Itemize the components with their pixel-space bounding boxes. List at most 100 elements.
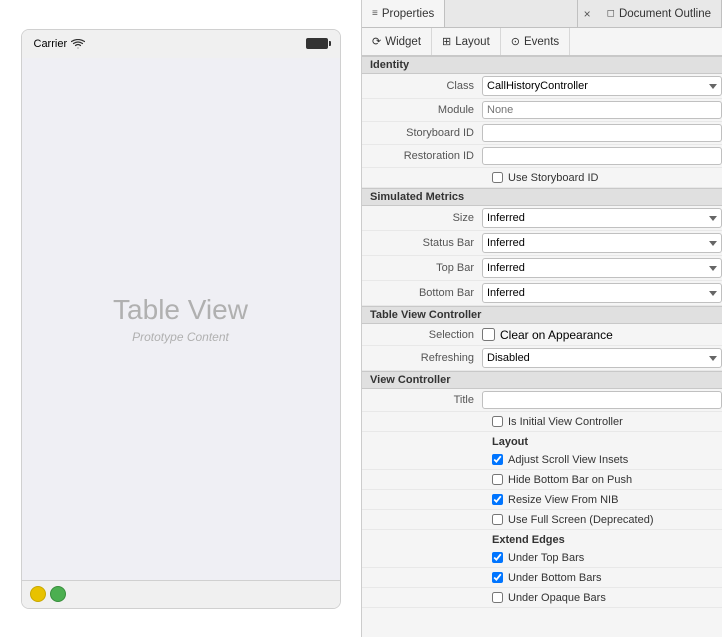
checkbox-under-bottom-bars[interactable] bbox=[492, 572, 503, 583]
row-status-bar: Status Bar Inferred bbox=[362, 231, 722, 256]
label-under-bottom-bars: Under Bottom Bars bbox=[508, 572, 602, 584]
row-restoration-id: Restoration ID bbox=[362, 145, 722, 168]
row-top-bar: Top Bar Inferred bbox=[362, 256, 722, 281]
checkbox-under-top-bars[interactable] bbox=[492, 552, 503, 563]
label-restoration-id: Restoration ID bbox=[362, 150, 482, 162]
tab-document-outline[interactable]: ◻ Document Outline bbox=[597, 0, 722, 27]
checkbox-hide-bottom-bar-on-push[interactable] bbox=[492, 474, 503, 485]
label-use-full-screen: Use Full Screen (Deprecated) bbox=[508, 514, 654, 526]
table-view-label: Table View bbox=[113, 294, 248, 326]
checkbox-use-full-screen[interactable] bbox=[492, 514, 503, 525]
select-refreshing[interactable]: Disabled bbox=[482, 348, 722, 368]
wifi-icon bbox=[71, 39, 85, 49]
select-top-bar[interactable]: Inferred bbox=[482, 258, 722, 278]
row-adjust-scroll-view-insets: Adjust Scroll View Insets bbox=[362, 450, 722, 470]
checkbox-resize-view-from-nib[interactable] bbox=[492, 494, 503, 505]
label-module: Module bbox=[362, 104, 482, 116]
label-storyboard-id: Storyboard ID bbox=[362, 127, 482, 139]
label-clear-on-appearance: Clear on Appearance bbox=[500, 328, 613, 342]
select-bottom-bar[interactable]: Inferred bbox=[482, 283, 722, 303]
section-identity-header: Identity bbox=[362, 56, 722, 74]
label-top-bar: Top Bar bbox=[362, 262, 482, 274]
widget-icon: ⟳ bbox=[372, 35, 381, 48]
bottom-icons bbox=[30, 586, 66, 602]
input-title[interactable] bbox=[482, 391, 722, 409]
close-panel-button[interactable]: × bbox=[577, 0, 597, 27]
value-class: CallHistoryController bbox=[482, 76, 722, 96]
select-class[interactable]: CallHistoryController bbox=[482, 76, 722, 96]
row-size: Size Inferred bbox=[362, 206, 722, 231]
properties-content: Identity Class CallHistoryController Mod… bbox=[362, 56, 722, 637]
checkbox-adjust-scroll-view-insets[interactable] bbox=[492, 454, 503, 465]
carrier-label: Carrier bbox=[34, 38, 68, 50]
row-resize-view-from-nib: Resize View From NIB bbox=[362, 490, 722, 510]
select-size[interactable]: Inferred bbox=[482, 208, 722, 228]
section-simulated-metrics-header: Simulated Metrics bbox=[362, 188, 722, 206]
simulator-panel: Carrier Table View Prototype Content bbox=[0, 0, 362, 637]
label-status-bar: Status Bar bbox=[362, 237, 482, 249]
layout-icon: ⊞ bbox=[442, 35, 451, 48]
row-hide-bottom-bar-on-push: Hide Bottom Bar on Push bbox=[362, 470, 722, 490]
label-hide-bottom-bar-on-push: Hide Bottom Bar on Push bbox=[508, 474, 632, 486]
value-module bbox=[482, 101, 722, 119]
label-adjust-scroll-view-insets: Adjust Scroll View Insets bbox=[508, 454, 628, 466]
row-title: Title bbox=[362, 389, 722, 412]
row-bottom-bar: Bottom Bar Inferred bbox=[362, 281, 722, 306]
value-title bbox=[482, 391, 722, 409]
row-storyboard-id: Storyboard ID bbox=[362, 122, 722, 145]
extend-edges-subsection-header: Extend Edges bbox=[362, 530, 722, 548]
input-restoration-id[interactable] bbox=[482, 147, 722, 165]
prototype-content-label: Prototype Content bbox=[132, 330, 229, 344]
checkbox-under-opaque-bars[interactable] bbox=[492, 592, 503, 603]
row-selection: Selection Clear on Appearance bbox=[362, 324, 722, 346]
checkbox-is-initial-view-controller[interactable] bbox=[492, 416, 503, 427]
section-table-view-controller-header: Table View Controller bbox=[362, 306, 722, 324]
label-bottom-bar: Bottom Bar bbox=[362, 287, 482, 299]
green-circle-icon bbox=[50, 586, 66, 602]
input-module[interactable] bbox=[482, 101, 722, 119]
input-storyboard-id[interactable] bbox=[482, 124, 722, 142]
checkbox-clear-on-appearance[interactable] bbox=[482, 328, 495, 341]
tab-layout[interactable]: ⊞ Layout bbox=[432, 28, 501, 55]
value-restoration-id bbox=[482, 147, 722, 165]
ios-status-bar: Carrier bbox=[22, 30, 340, 58]
value-storyboard-id bbox=[482, 124, 722, 142]
value-size: Inferred bbox=[482, 208, 722, 228]
tab-properties[interactable]: ≡ Properties bbox=[362, 0, 445, 27]
panel-header: ≡ Properties × ◻ Document Outline bbox=[362, 0, 722, 28]
label-title: Title bbox=[362, 394, 482, 406]
row-class: Class CallHistoryController bbox=[362, 74, 722, 99]
label-resize-view-from-nib: Resize View From NIB bbox=[508, 494, 618, 506]
row-under-top-bars: Under Top Bars bbox=[362, 548, 722, 568]
value-bottom-bar: Inferred bbox=[482, 283, 722, 303]
label-size: Size bbox=[362, 212, 482, 224]
battery-icon bbox=[306, 38, 328, 49]
ios-content-area: Table View Prototype Content bbox=[22, 58, 340, 580]
label-selection: Selection bbox=[362, 329, 482, 341]
row-module: Module bbox=[362, 99, 722, 122]
row-use-storyboard-id: Use Storyboard ID bbox=[362, 168, 722, 188]
yellow-circle-icon bbox=[30, 586, 46, 602]
label-class: Class bbox=[362, 80, 482, 92]
label-under-opaque-bars: Under Opaque Bars bbox=[508, 592, 606, 604]
select-status-bar[interactable]: Inferred bbox=[482, 233, 722, 253]
document-outline-icon: ◻ bbox=[607, 8, 615, 19]
layout-tab-label: Layout bbox=[455, 36, 490, 48]
value-status-bar: Inferred bbox=[482, 233, 722, 253]
row-under-bottom-bars: Under Bottom Bars bbox=[362, 568, 722, 588]
properties-panel: ≡ Properties × ◻ Document Outline ⟳ Widg… bbox=[362, 0, 722, 637]
tab-widget[interactable]: ⟳ Widget bbox=[362, 28, 432, 55]
label-refreshing: Refreshing bbox=[362, 352, 482, 364]
properties-tab-label: Properties bbox=[382, 8, 434, 20]
value-refreshing: Disabled bbox=[482, 348, 722, 368]
value-selection: Clear on Appearance bbox=[482, 328, 722, 342]
label-use-storyboard-id: Use Storyboard ID bbox=[508, 172, 598, 184]
toolbar-tabs: ⟳ Widget ⊞ Layout ⊙ Events bbox=[362, 28, 722, 56]
tab-events[interactable]: ⊙ Events bbox=[501, 28, 570, 55]
events-icon: ⊙ bbox=[511, 35, 520, 48]
row-refreshing: Refreshing Disabled bbox=[362, 346, 722, 371]
section-view-controller-header: View Controller bbox=[362, 371, 722, 389]
checkbox-use-storyboard-id[interactable] bbox=[492, 172, 503, 183]
label-is-initial-view-controller: Is Initial View Controller bbox=[508, 416, 623, 428]
widget-tab-label: Widget bbox=[385, 36, 421, 48]
